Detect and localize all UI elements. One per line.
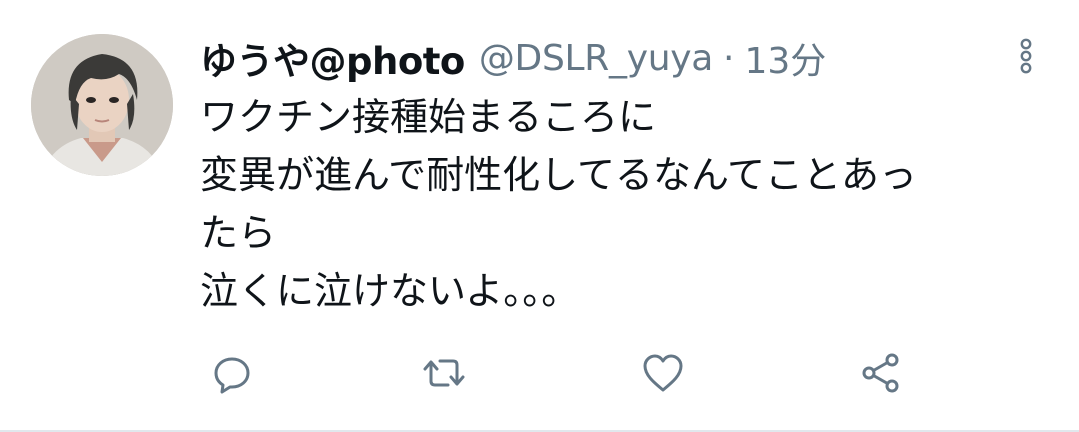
- display-name[interactable]: ゆうや@photo: [200, 31, 465, 85]
- tweet-text: ワクチン接種始まるころに 変異が進んで耐性化してるなんてことあっ たら 泣くに泣…: [200, 88, 1050, 320]
- retweet-icon: [423, 359, 465, 387]
- tweet-text-line: ワクチン接種始まるころに: [200, 95, 657, 139]
- vertical-ellipsis-icon: [1020, 38, 1032, 74]
- tweet-text-line: たら: [200, 211, 277, 255]
- avatar-image: [31, 34, 173, 176]
- tweet-text-line: 変異が進んで耐性化してるなんてことあっ: [200, 153, 918, 197]
- avatar[interactable]: [31, 34, 173, 176]
- reply-icon: [214, 357, 250, 394]
- like-button[interactable]: [637, 348, 689, 398]
- tweet-text-line: 泣くに泣けないよ。。。: [200, 269, 580, 313]
- reply-button[interactable]: [206, 348, 258, 398]
- tweet-card[interactable]: ゆうや@photo @DSLR_yuya · 13分 ワクチン接種始まるころに …: [0, 0, 1079, 432]
- timestamp[interactable]: 13分: [744, 32, 826, 84]
- more-options-button[interactable]: [1012, 36, 1040, 76]
- separator-dot: ·: [723, 37, 735, 79]
- share-button[interactable]: [855, 348, 907, 398]
- share-icon: [862, 353, 899, 393]
- user-handle[interactable]: @DSLR_yuya: [479, 38, 713, 79]
- like-icon: [643, 354, 683, 392]
- tweet-actions: [200, 348, 920, 398]
- retweet-button[interactable]: [418, 348, 470, 398]
- tweet-header: ゆうや@photo @DSLR_yuya · 13分: [200, 32, 826, 84]
